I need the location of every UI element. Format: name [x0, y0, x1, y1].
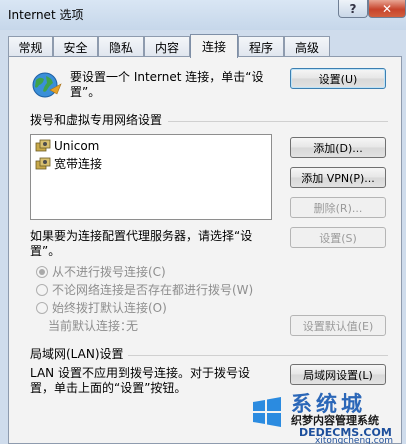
add-button[interactable]: 添加(D)... — [290, 137, 386, 158]
lan-heading: 局域网(LAN)设置 — [30, 347, 124, 361]
tab-advanced[interactable]: 高级 — [284, 36, 330, 57]
radio-never-dial[interactable]: 从不进行拨号连接(C) — [36, 263, 166, 280]
connections-list[interactable]: Unicom 宽带连接 — [30, 134, 272, 220]
internet-globe-icon — [32, 72, 62, 98]
lan-text-line1: LAN 设置不应用到拨号连接。对于拨号设 — [30, 366, 250, 380]
setup-text-line2: 置”。 — [70, 85, 101, 99]
lan-text-line2: 置，单击上面的“设置”按钮。 — [30, 381, 187, 395]
proxy-settings-button[interactable]: 设置(S) — [290, 227, 386, 248]
tab-content[interactable]: 内容 — [144, 36, 190, 57]
dialup-separator — [168, 121, 388, 122]
set-default-button[interactable]: 设置默认值(E) — [290, 315, 386, 336]
radio-indicator — [36, 283, 48, 296]
radio-dial-when-no-network[interactable]: 不论网络连接是否存在都进行拨号(W) — [36, 281, 253, 298]
window-title: Internet 选项 — [8, 8, 84, 22]
title-bar: Internet 选项 ? ✕ — [0, 0, 406, 30]
lan-settings-button[interactable]: 局域网设置(L) — [290, 364, 386, 385]
help-button[interactable]: ? — [338, 0, 368, 18]
radio-indicator — [36, 301, 48, 314]
setup-button[interactable]: 设置(U) — [290, 68, 386, 89]
close-icon: ✕ — [381, 1, 393, 16]
tab-general[interactable]: 常规 — [8, 36, 53, 57]
dialup-heading: 拨号和虚拟专用网络设置 — [30, 113, 163, 127]
list-item[interactable]: 宽带连接 — [35, 155, 102, 172]
lan-separator — [128, 355, 388, 356]
tab-privacy[interactable]: 隐私 — [98, 36, 144, 57]
help-icon: ? — [349, 1, 357, 16]
default-connection-value: 无 — [126, 319, 139, 333]
proxy-text-line2: 置”。 — [30, 244, 61, 258]
windows-logo-icon — [253, 397, 281, 427]
watermark-url2: xitongcheng.com — [315, 436, 393, 444]
list-item[interactable]: Unicom — [35, 139, 99, 153]
proxy-text-line1: 如果要为连接配置代理服务器，请选择“设 — [30, 229, 253, 243]
close-button[interactable]: ✕ — [368, 0, 406, 18]
delete-button[interactable]: 删除(R)... — [290, 197, 386, 218]
setup-text-line1: 要设置一个 Internet 连接，单击“设 — [70, 70, 264, 84]
dialup-connection-icon — [35, 157, 51, 169]
radio-always-dial-default[interactable]: 始终拨打默认连接(O) — [36, 299, 167, 316]
tab-connections[interactable]: 连接 — [190, 34, 238, 58]
radio-indicator — [36, 265, 48, 278]
dialup-connection-icon — [35, 139, 51, 152]
watermark: 系统城 织梦内容管理系统 DEDECMS.COM xitongcheng.com — [247, 388, 406, 444]
add-vpn-button[interactable]: 添加 VPN(P)... — [290, 167, 386, 188]
tab-security[interactable]: 安全 — [53, 36, 98, 57]
tab-programs[interactable]: 程序 — [238, 36, 284, 57]
default-connection-label: 当前默认连接： — [48, 319, 133, 333]
